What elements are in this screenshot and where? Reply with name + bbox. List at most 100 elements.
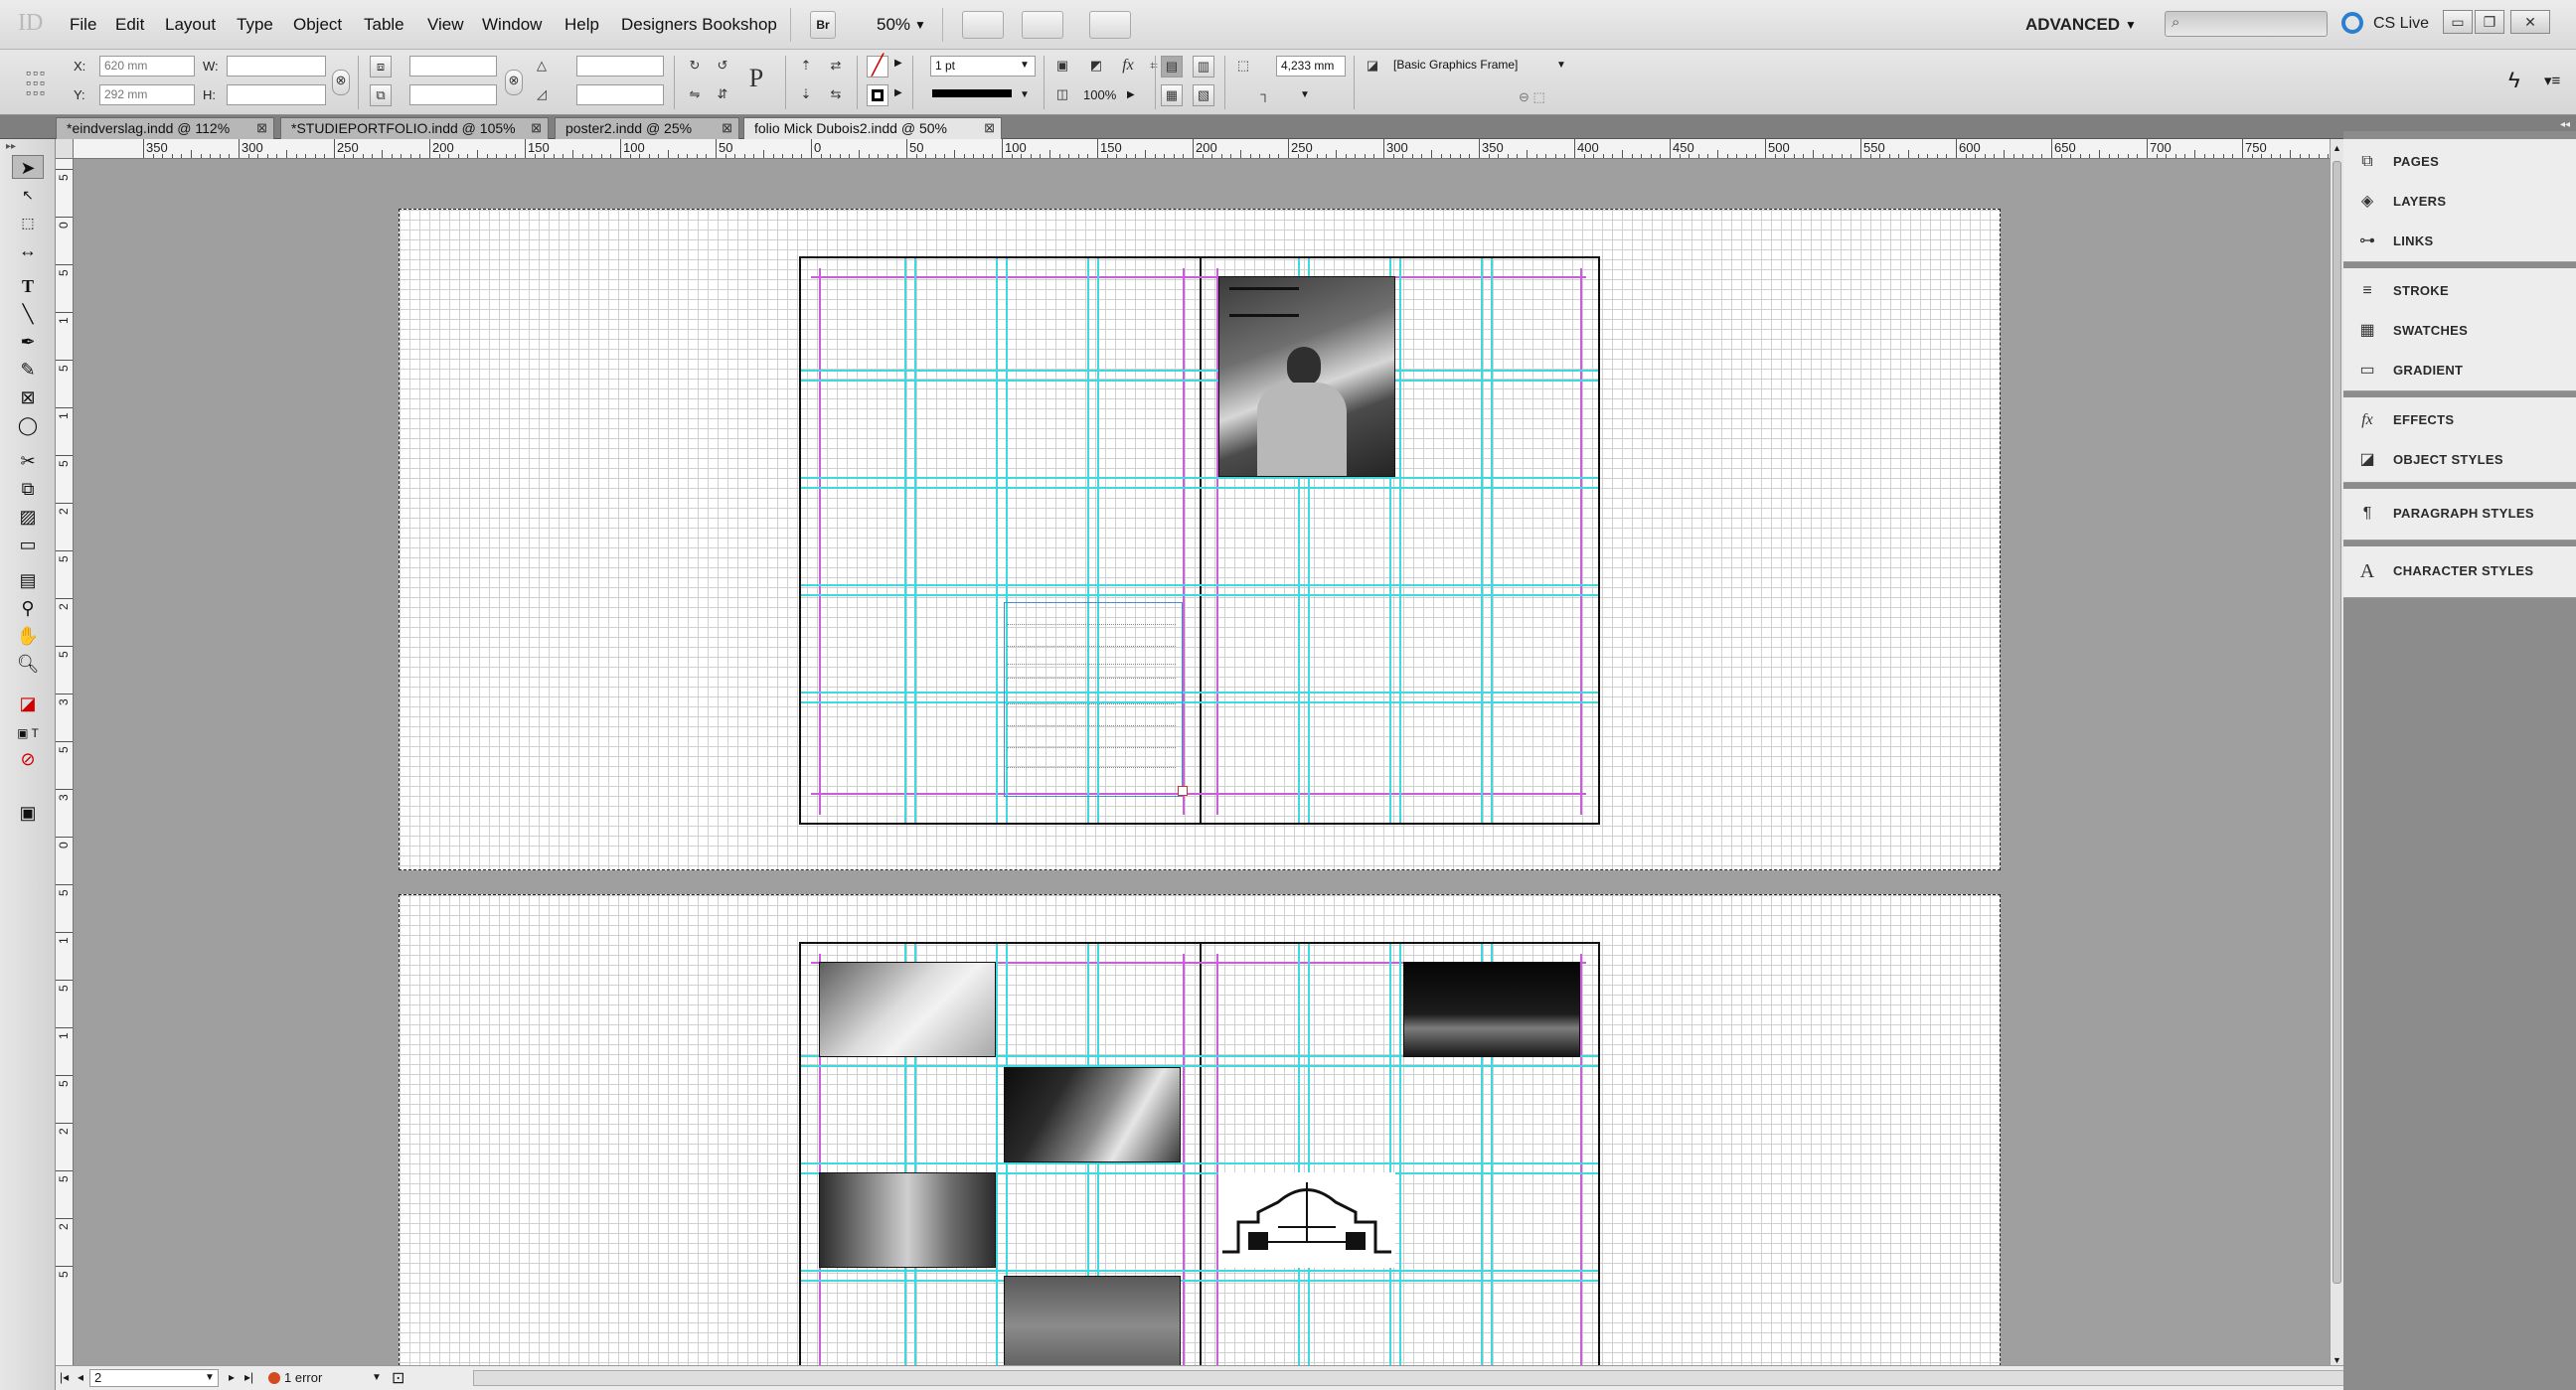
control-panel-menu-icon[interactable]: ▾≡ — [2544, 72, 2560, 89]
ellipse-tool-icon[interactable]: ◯ — [12, 413, 44, 437]
next-page-icon[interactable]: ▸ — [229, 1370, 235, 1384]
minimize-button[interactable]: ▭ — [2443, 10, 2473, 34]
type-on-path-icon[interactable]: P — [741, 64, 771, 95]
type-tool-icon[interactable]: T — [12, 274, 44, 298]
menu-object[interactable]: Object — [293, 15, 342, 35]
preflight-status[interactable]: 1 error — [284, 1370, 322, 1385]
apply-none-icon[interactable]: ⊘ — [12, 747, 44, 771]
select-next-icon[interactable]: ⇆ — [825, 84, 847, 106]
tab-poster2[interactable]: poster2.indd @ 25% ⊠ — [555, 117, 739, 139]
panel-character-styles[interactable]: A CHARACTER STYLES — [2355, 558, 2564, 584]
preflight-dropdown-icon[interactable]: ▼ — [372, 1372, 382, 1383]
horizontal-ruler[interactable]: 350 300 250 200 150 100 50 0 50 100 150 200 250 300 35… — [74, 139, 2339, 159]
scale-x-field[interactable] — [409, 56, 497, 77]
stroke-type-dropdown-icon[interactable]: ▼ — [1020, 89, 1030, 100]
select-content-icon[interactable]: ⇣ — [795, 84, 817, 106]
rotate-counterclockwise-icon[interactable]: ↺ — [712, 56, 733, 77]
bridge-button[interactable]: Br — [810, 11, 836, 39]
select-container-icon[interactable]: ⇡ — [795, 56, 817, 77]
close-tab-icon[interactable]: ⊠ — [722, 120, 732, 136]
menu-window[interactable]: Window — [482, 15, 542, 35]
screen-mode-icon[interactable]: ▣ — [12, 801, 44, 825]
eyedropper-tool-icon[interactable]: ⚲ — [12, 596, 44, 620]
object-style-dropdown-icon[interactable]: ▼ — [1556, 60, 1566, 71]
vertical-scrollbar[interactable]: ▲ ▼ — [2330, 139, 2343, 1375]
hand-tool-icon[interactable]: ✋ — [12, 624, 44, 648]
close-tab-icon[interactable]: ⊠ — [531, 120, 542, 136]
clear-overrides-icon[interactable]: ⊖ ⬚ — [1519, 89, 1545, 105]
rectangle-frame-tool-icon[interactable]: ⊠ — [12, 386, 44, 409]
h-field[interactable] — [227, 84, 326, 105]
first-page-icon[interactable]: |◂ — [60, 1370, 69, 1384]
menu-file[interactable]: File — [70, 15, 96, 35]
fill-menu-icon[interactable]: ▶ — [894, 58, 902, 69]
text-wrap-none-icon[interactable]: ▤ — [1161, 56, 1183, 77]
zoom-dropdown-icon[interactable]: ▼ — [914, 18, 926, 32]
corner-offset-field[interactable]: 4,233 mm — [1276, 56, 1346, 77]
rotation-field[interactable] — [576, 56, 664, 77]
shadow-toggle-icon[interactable]: ◩ — [1085, 56, 1107, 77]
gradient-feather-tool-icon[interactable]: ▭ — [12, 533, 44, 556]
previous-page-icon[interactable]: ◂ — [78, 1370, 83, 1384]
panel-paragraph-styles[interactable]: ¶ PARAGRAPH STYLES — [2355, 501, 2564, 527]
pasteboard[interactable] — [74, 159, 2330, 1375]
flip-vertical-icon[interactable]: ⇵ — [712, 84, 733, 106]
last-page-icon[interactable]: ▸| — [244, 1370, 253, 1384]
quick-apply-icon[interactable]: ϟ — [2508, 68, 2520, 93]
collapse-dock-icon[interactable]: ◂◂ — [2560, 119, 2570, 130]
effects-fx-icon[interactable]: fx — [1117, 56, 1139, 77]
corner-shape-icon[interactable]: ┐ — [1254, 84, 1276, 106]
panel-layers[interactable]: ◈ LAYERS — [2355, 189, 2564, 215]
select-previous-icon[interactable]: ⇄ — [825, 56, 847, 77]
model-photo[interactable] — [819, 962, 996, 1057]
direct-selection-tool-icon[interactable]: ↖ — [12, 183, 44, 207]
page-tool-icon[interactable]: ⬚ — [12, 211, 44, 234]
panel-object-styles[interactable]: ◪ OBJECT STYLES — [2355, 447, 2564, 473]
page-dropdown-icon[interactable]: ▼ — [205, 1372, 215, 1383]
overset-text-icon[interactable] — [1178, 786, 1188, 796]
tab-eindverslag[interactable]: *eindverslag.indd @ 112% ⊠ — [56, 117, 274, 139]
line-tool-icon[interactable]: ╲ — [12, 302, 44, 326]
shear-field[interactable] — [576, 84, 664, 105]
constrain-proportions-icon[interactable]: ⊗ — [332, 70, 350, 95]
formatting-affects-icon[interactable]: ▣ T — [12, 721, 44, 745]
scale-x-icon[interactable]: ⧈ — [370, 56, 392, 77]
gradient-swatch-tool-icon[interactable]: ▨ — [12, 505, 44, 529]
gap-tool-icon[interactable]: ↔ — [12, 238, 44, 262]
menu-view[interactable]: View — [427, 15, 464, 35]
workspace-switcher[interactable]: ADVANCED — [2025, 15, 2120, 35]
opacity-menu-icon[interactable]: ▶ — [1127, 89, 1135, 100]
menu-type[interactable]: Type — [237, 15, 273, 35]
fill-swatch-icon[interactable]: ╱ — [867, 56, 888, 77]
tab-folio-mick-dubois[interactable]: folio Mick Dubois2.indd @ 50% ⊠ — [743, 117, 1002, 139]
align-stroke-icon[interactable]: ▦ — [1161, 84, 1183, 106]
panel-pages[interactable]: ⧉ PAGES — [2355, 149, 2564, 175]
workspace-dropdown-icon[interactable]: ▼ — [2125, 18, 2137, 32]
constrain-scale-icon[interactable]: ⊗ — [505, 70, 523, 95]
vertical-ruler[interactable]: 5 0 5 1 5 1 5 2 5 2 5 3 5 3 0 5 1 5 1 5 2 5 2 5 — [56, 159, 74, 1375]
pen-tool-icon[interactable]: ✒ — [12, 330, 44, 354]
open-window-icon[interactable]: ⊡ — [392, 1368, 404, 1388]
scissors-tool-icon[interactable]: ✂ — [12, 449, 44, 473]
zoom-tool-icon[interactable]: 🔍︎ — [12, 652, 44, 676]
menu-edit[interactable]: Edit — [115, 15, 144, 35]
drop-shadow-icon[interactable]: ▣ — [1051, 56, 1073, 77]
panel-swatches[interactable]: ▦ SWATCHES — [2355, 318, 2564, 344]
spread-2-pages[interactable] — [799, 942, 1600, 1375]
scroll-up-icon[interactable]: ▲ — [2333, 143, 2341, 153]
cv-text-frame[interactable] — [1004, 602, 1188, 797]
trees-photo[interactable] — [1004, 1276, 1181, 1375]
panel-gradient[interactable]: ▭ GRADIENT — [2355, 358, 2564, 384]
interior-light-photo[interactable] — [1004, 1067, 1181, 1162]
stroke-weight-dropdown-icon[interactable]: ▼ — [1020, 60, 1030, 71]
spread-1-pages[interactable] — [799, 256, 1600, 825]
street-photo[interactable] — [819, 1172, 996, 1268]
restore-button[interactable]: ❐ — [2475, 10, 2504, 34]
selection-tool-icon[interactable]: ➤ — [12, 155, 44, 179]
panel-links[interactable]: ⊶ LINKS — [2355, 229, 2564, 254]
vertical-scroll-thumb[interactable] — [2333, 161, 2341, 1284]
x-field[interactable]: 620 mm — [99, 56, 195, 77]
align-stroke-outside-icon[interactable]: ▧ — [1193, 84, 1214, 106]
close-tab-icon[interactable]: ⊠ — [256, 120, 267, 136]
page-number-field[interactable]: 2 — [89, 1369, 219, 1387]
